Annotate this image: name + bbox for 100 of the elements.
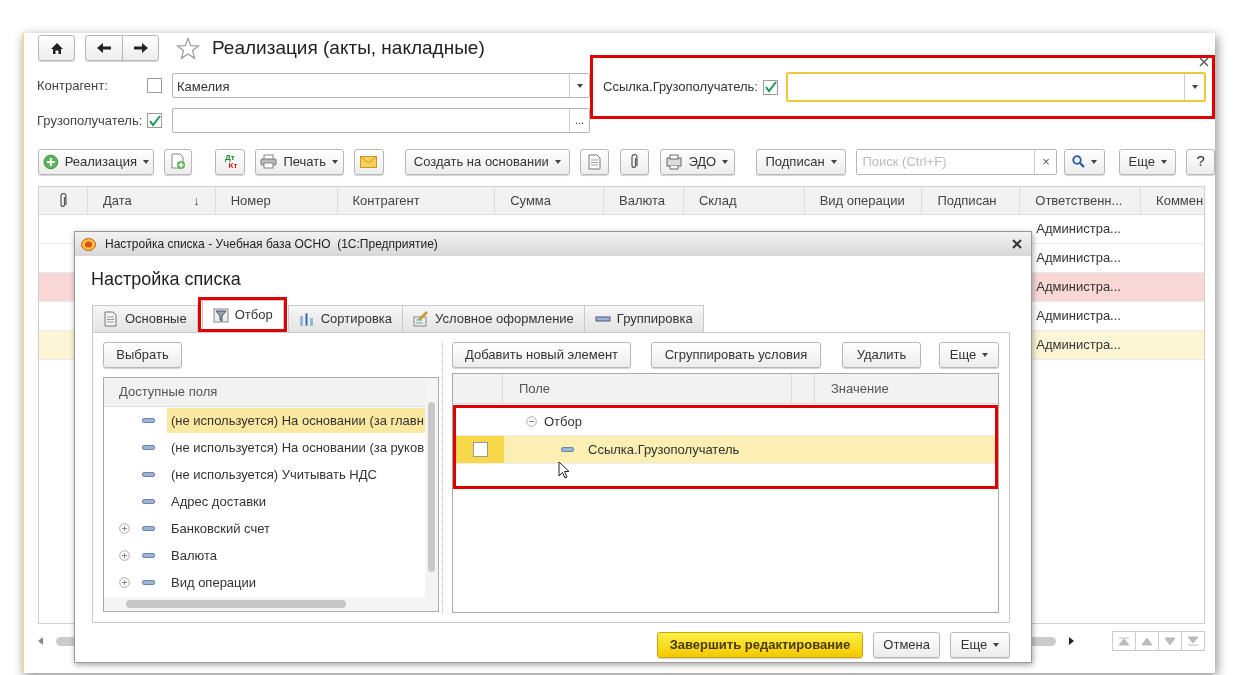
input-field[interactable] — [785, 72, 1206, 102]
table-cell-text: Администра... — [1036, 220, 1121, 239]
close-icon[interactable] — [1012, 239, 1022, 249]
table-cell-text: Администра... — [1036, 307, 1121, 326]
dialog-button[interactable]: Отмена — [873, 632, 940, 658]
plus-circle-icon — [43, 153, 59, 170]
tree-item[interactable]: Валюта — [167, 542, 221, 569]
field-icon — [561, 447, 574, 452]
paperclip-icon — [630, 153, 639, 170]
toolbar-button[interactable]: Создать на основании — [404, 148, 571, 175]
scrollbar[interactable] — [104, 597, 438, 611]
first-page-button[interactable] — [1112, 631, 1136, 651]
sort-icon: ↓ — [193, 190, 200, 211]
checkbox[interactable] — [472, 442, 488, 457]
toolbar-icon-button[interactable] — [353, 148, 384, 175]
toolbar-button[interactable]: Подписан — [755, 148, 847, 175]
dialog-heading: Настройка списка — [91, 268, 242, 291]
field-label: Ссылка.Грузополучатель: — [603, 78, 758, 97]
toolbar-button[interactable]: ? — [1186, 148, 1215, 175]
filter-table[interactable]: Поле Значение Отбор Ссылка.Грузополучатель — [452, 373, 999, 613]
checkbox[interactable] — [147, 113, 162, 128]
caret-icon — [1191, 85, 1198, 89]
action-button[interactable]: Еще — [939, 342, 999, 368]
column-header[interactable]: Подписан — [922, 187, 1021, 214]
field-icon — [142, 445, 155, 450]
choose-button[interactable]: Выбрать — [103, 342, 182, 368]
tab[interactable]: Отбор — [201, 300, 284, 329]
filter-icon — [212, 307, 229, 323]
tree-item[interactable]: (не используется) На основании (за руков — [167, 434, 429, 461]
toolbar-icon-button[interactable] — [164, 148, 192, 175]
column-header: Доступные поля — [104, 378, 425, 407]
search-field[interactable]: Поиск (Ctrl+F) × — [856, 148, 1058, 175]
scroll-left-icon[interactable] — [38, 637, 44, 645]
home-button[interactable] — [38, 35, 75, 61]
input-field[interactable]: ... — [172, 108, 590, 133]
column-header[interactable]: Дата — [102, 190, 132, 211]
ledger-icon: Дт Кт — [222, 153, 238, 170]
toolbar-icon-button[interactable] — [619, 148, 649, 175]
toolbar-icon-button[interactable]: Дт Кт — [214, 148, 245, 175]
dialog-button[interactable]: Завершить редактирование — [656, 632, 864, 658]
tab[interactable]: Группировка — [583, 305, 704, 332]
search-button[interactable] — [1064, 148, 1106, 175]
mouse-pointer-icon — [558, 461, 570, 479]
expand-icon[interactable] — [119, 550, 130, 561]
column-header[interactable]: Валюта — [604, 187, 684, 214]
checkbox[interactable] — [147, 78, 162, 93]
column-header[interactable]: Склад — [683, 187, 805, 214]
action-button[interactable]: Удалить — [842, 342, 921, 368]
input-field[interactable]: Камелия — [172, 73, 590, 98]
action-button[interactable]: Сгруппировать условия — [651, 342, 821, 368]
field-label: Грузополучатель: — [37, 111, 144, 130]
expand-icon[interactable] — [119, 577, 130, 588]
last-page-button[interactable] — [1181, 631, 1205, 651]
close-icon[interactable] — [1199, 57, 1209, 67]
toolbar-button[interactable]: Печать — [254, 148, 344, 175]
forward-button[interactable] — [122, 35, 159, 61]
tree-item[interactable]: Отбор — [544, 411, 582, 432]
checkbox[interactable] — [762, 79, 778, 95]
table-cell-text: Администра... — [1036, 278, 1121, 297]
expand-icon[interactable] — [119, 523, 130, 534]
to-top-icon — [1117, 635, 1131, 647]
dialog-title: Настройка списка - Учебная база ОСНО (1С:Предприятие) — [105, 236, 438, 253]
column-header[interactable]: Номер — [215, 187, 338, 214]
collapse-icon[interactable] — [526, 416, 537, 427]
column-header: Поле — [503, 374, 792, 403]
star-icon[interactable] — [176, 36, 200, 60]
scroll-right-icon[interactable] — [1068, 637, 1074, 645]
tab[interactable]: Основные — [92, 305, 198, 332]
scrollbar[interactable] — [425, 378, 438, 597]
home-icon — [49, 41, 64, 55]
column-header[interactable]: Вид операции — [804, 187, 923, 214]
previous-page-button[interactable] — [1135, 631, 1159, 651]
column-header[interactable]: Ответственн... — [1020, 187, 1142, 214]
column-header[interactable]: Контрагент — [337, 187, 496, 214]
field-icon — [142, 580, 155, 585]
next-page-button[interactable] — [1158, 631, 1182, 651]
table-row[interactable]: Ссылка.Грузополучатель — [456, 436, 995, 464]
column-header[interactable]: Сумма — [495, 187, 604, 214]
tree-item[interactable]: (не используется) Учитывать НДС — [167, 461, 381, 488]
tree-item[interactable]: Адрес доставки — [167, 488, 271, 515]
logo-icon — [81, 237, 96, 251]
dialog-button[interactable]: Еще — [950, 632, 1010, 658]
tree-item[interactable]: Вид операции — [167, 569, 261, 596]
field-tree[interactable]: Доступные поля (не используется) На основании (за главн (не используется) На основании (за руков (не используется) Учитывать НДС Адрес доставки Банковский счет Валюта Вид операции — [103, 377, 439, 612]
column-header[interactable]: Коммен — [1141, 187, 1204, 214]
toolbar-button[interactable]: Еще — [1119, 148, 1177, 175]
back-button[interactable] — [85, 35, 123, 61]
clear-button[interactable]: × — [1034, 149, 1057, 174]
to-bottom-icon — [1186, 635, 1200, 647]
field-icon — [142, 553, 155, 558]
toolbar-button[interactable]: Реализация — [38, 148, 154, 175]
tab[interactable]: Сортировка — [287, 305, 404, 332]
tree-item[interactable]: Банковский счет — [167, 515, 274, 542]
field-icon — [142, 526, 155, 531]
field-icon — [142, 418, 155, 423]
document-icon — [588, 153, 601, 170]
toolbar-button[interactable]: ЭДО — [659, 148, 735, 175]
action-button[interactable]: Добавить новый элемент — [452, 342, 631, 368]
choose-button[interactable]: ... — [569, 109, 589, 132]
tab[interactable]: Условное оформление — [402, 305, 585, 332]
